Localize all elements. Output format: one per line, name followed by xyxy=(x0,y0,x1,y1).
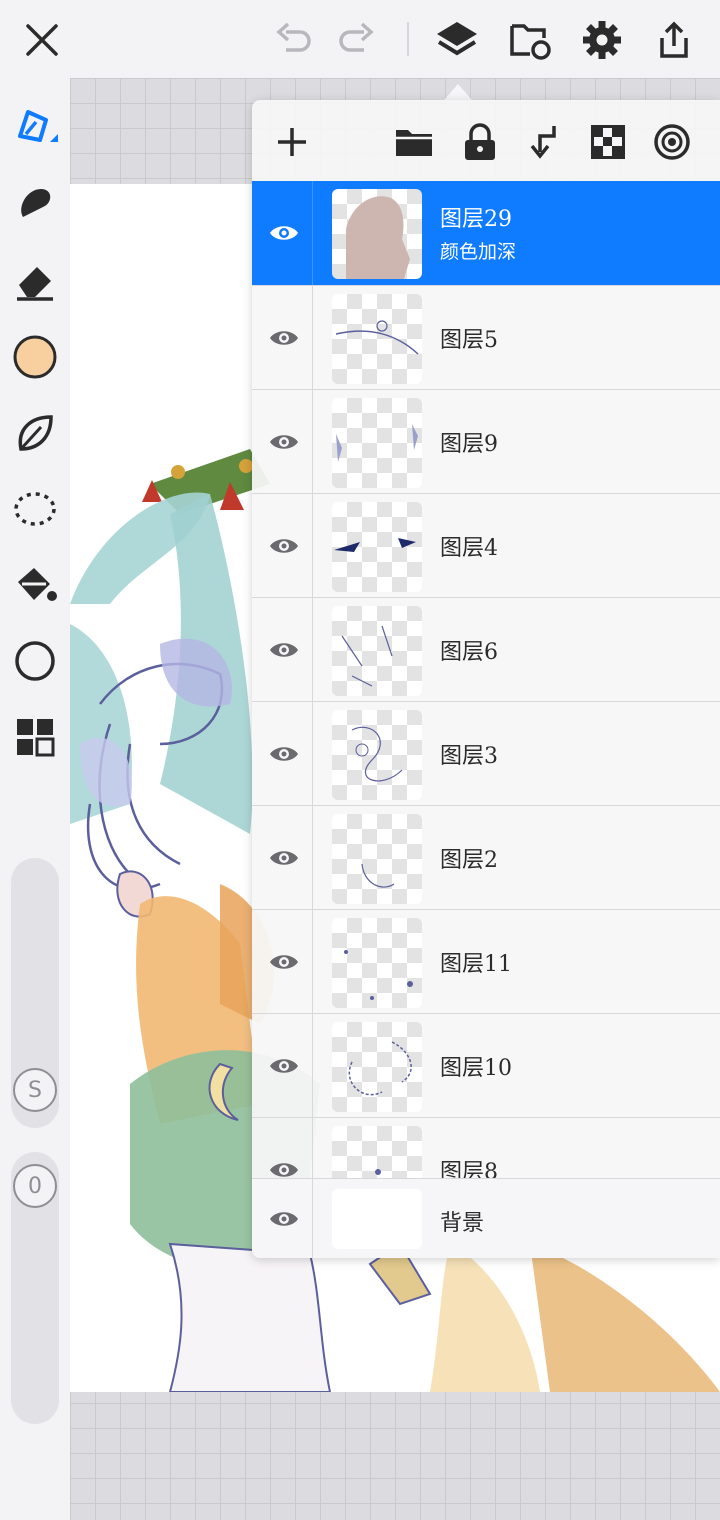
merge-down-icon[interactable] xyxy=(520,118,568,166)
row-divider xyxy=(312,286,313,390)
visibility-eye-icon[interactable] xyxy=(264,213,304,253)
layer-thumbnail xyxy=(332,189,422,279)
layer-name: 图层9 xyxy=(440,432,498,457)
visibility-eye-icon[interactable] xyxy=(264,838,304,878)
layer-thumbnail xyxy=(332,398,422,488)
fill-bucket-icon[interactable] xyxy=(10,560,60,610)
layer-name: 图层5 xyxy=(440,328,498,353)
layer-name: 图层6 xyxy=(440,640,498,665)
opacity-badge: 0 xyxy=(13,1164,57,1208)
layer-row[interactable]: 图层29 颜色加深 xyxy=(252,181,720,285)
size-badge: S xyxy=(13,1068,57,1112)
layer-name: 图层29 xyxy=(440,207,512,232)
visibility-eye-icon[interactable] xyxy=(264,734,304,774)
eraser-tool-icon[interactable] xyxy=(10,256,60,306)
visibility-eye-icon[interactable] xyxy=(264,1046,304,1086)
top-toolbar xyxy=(0,0,720,78)
lock-icon[interactable] xyxy=(456,118,504,166)
row-divider xyxy=(312,1014,313,1118)
visibility-eye-icon[interactable] xyxy=(264,1199,304,1239)
row-divider xyxy=(312,806,313,910)
layer-thumbnail xyxy=(332,294,422,384)
color-swatch[interactable] xyxy=(10,332,60,382)
tool-sidebar: S 0 xyxy=(0,78,70,1520)
redo-icon[interactable] xyxy=(330,14,382,66)
add-layer-icon[interactable] xyxy=(268,118,316,166)
layers-panel: 图层29 颜色加深 图层5 图层9 图层4 图层6 图层3 图层2 图层11 图… xyxy=(252,100,720,1258)
close-icon[interactable] xyxy=(16,14,68,66)
visibility-eye-icon[interactable] xyxy=(264,526,304,566)
lasso-select-icon[interactable] xyxy=(10,484,60,534)
transparency-icon[interactable] xyxy=(584,118,632,166)
layer-name: 图层11 xyxy=(440,952,512,977)
layer-row[interactable]: 图层10 xyxy=(252,1013,720,1118)
visibility-eye-icon[interactable] xyxy=(264,942,304,982)
row-divider xyxy=(312,598,313,702)
layer-row[interactable]: 图层2 xyxy=(252,805,720,910)
layer-thumbnail xyxy=(332,710,422,800)
layer-blend-mode: 颜色加深 xyxy=(440,241,517,263)
layer-thumbnail xyxy=(332,1022,422,1112)
layer-row[interactable]: 图层9 xyxy=(252,389,720,494)
pen-tool-icon[interactable] xyxy=(10,100,60,150)
visibility-eye-icon[interactable] xyxy=(264,630,304,670)
layer-row[interactable]: 图层4 xyxy=(252,493,720,598)
layers-icon[interactable] xyxy=(431,14,483,66)
folder-icon[interactable] xyxy=(390,118,438,166)
layer-row[interactable]: 图层11 xyxy=(252,909,720,1014)
visibility-eye-icon[interactable] xyxy=(264,318,304,358)
row-divider xyxy=(312,910,313,1014)
visibility-eye-icon[interactable] xyxy=(264,422,304,462)
smudge-tool-icon[interactable] xyxy=(10,178,60,228)
layer-effects-icon[interactable] xyxy=(648,118,696,166)
layer-thumbnail xyxy=(332,918,422,1008)
layer-name: 图层2 xyxy=(440,848,498,873)
layer-name: 图层3 xyxy=(440,744,498,769)
layer-row[interactable]: 图层3 xyxy=(252,701,720,806)
row-divider xyxy=(312,702,313,806)
layer-row[interactable]: 图层6 xyxy=(252,597,720,702)
layer-thumbnail xyxy=(332,606,422,696)
layer-name: 图层10 xyxy=(440,1056,512,1081)
background-layer-row[interactable]: 背景 xyxy=(252,1178,720,1258)
layer-row[interactable]: 图层5 xyxy=(252,285,720,390)
share-icon[interactable] xyxy=(648,14,700,66)
shape-circle-icon[interactable] xyxy=(10,636,60,686)
layer-thumbnail xyxy=(332,1189,422,1249)
row-divider xyxy=(312,494,313,598)
grid-menu-icon[interactable] xyxy=(10,712,60,762)
layer-thumbnail xyxy=(332,814,422,904)
row-divider xyxy=(312,181,313,285)
row-divider xyxy=(312,1179,313,1258)
layer-name: 图层4 xyxy=(440,536,498,561)
layer-thumbnail xyxy=(332,502,422,592)
undo-icon[interactable] xyxy=(268,14,320,66)
import-file-icon[interactable] xyxy=(504,14,556,66)
panel-pointer xyxy=(444,84,472,100)
leaf-brush-icon[interactable] xyxy=(10,408,60,458)
layer-name: 背景 xyxy=(440,1211,485,1236)
settings-icon[interactable] xyxy=(576,14,628,66)
row-divider xyxy=(312,390,313,494)
toolbar-divider xyxy=(407,22,409,56)
